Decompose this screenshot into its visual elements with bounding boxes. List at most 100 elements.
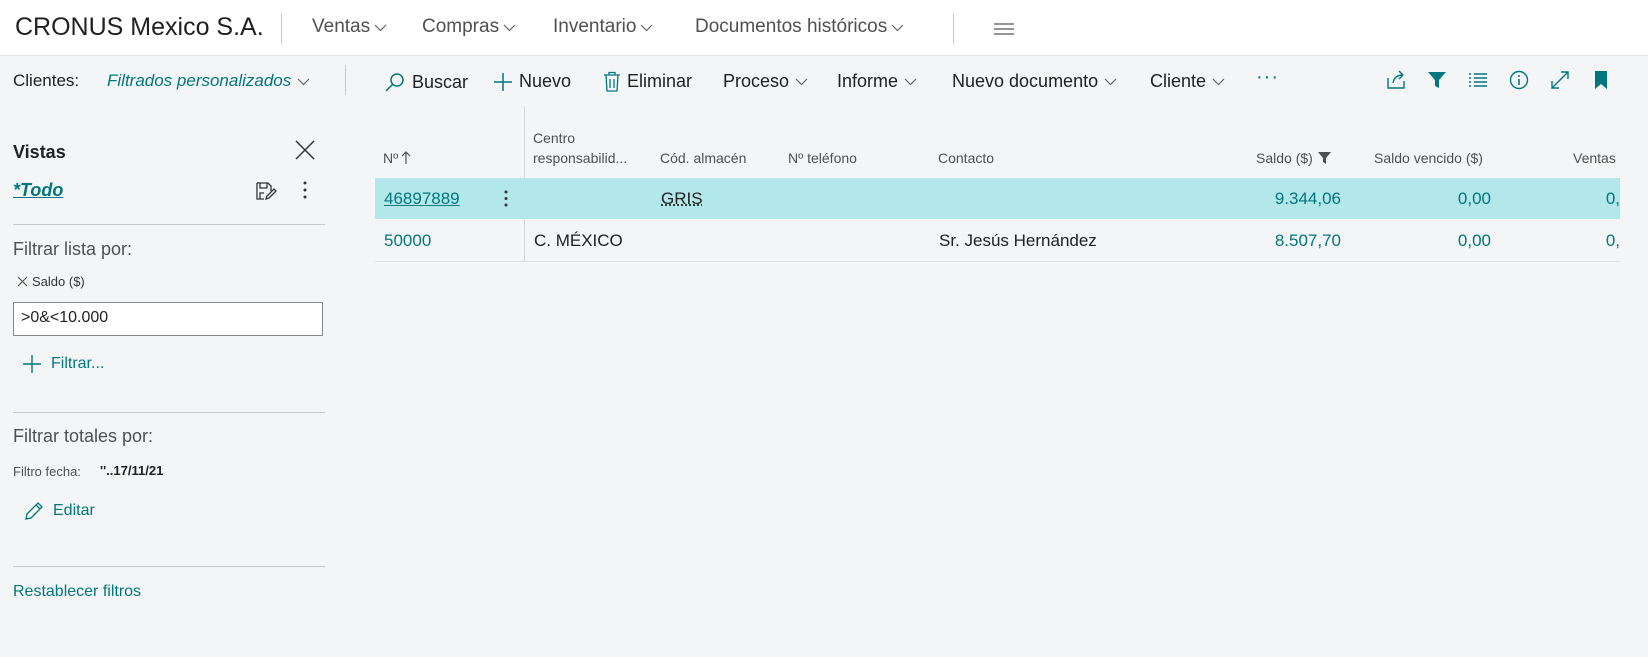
customer-no-link[interactable]: 50000	[384, 230, 431, 252]
edit-label: Editar	[53, 502, 95, 519]
sales-cell[interactable]: 0,	[1555, 188, 1620, 210]
date-filter-value[interactable]: ''..17/11/21	[100, 463, 163, 478]
divider	[13, 566, 325, 567]
new-document-menu[interactable]: Nuevo documento	[952, 71, 1117, 92]
nav-documentos-historicos-label: Documentos históricos	[695, 16, 888, 37]
top-navigation-bar: CRONUS Mexico S.A. Ventas Compras Invent…	[0, 0, 1648, 56]
table-row[interactable]: 46897889 GRIS 9.344,06 0,00 0,	[375, 178, 1620, 219]
filter-icon[interactable]	[1426, 69, 1448, 91]
header-sales[interactable]: Ventas	[1573, 148, 1616, 168]
bookmark-icon[interactable]	[1590, 69, 1612, 91]
customer-no-link[interactable]: 46897889	[384, 188, 460, 210]
views-title: Vistas	[13, 142, 66, 162]
remove-filter-icon[interactable]	[17, 276, 28, 287]
header-balance-label: Saldo ($)	[1256, 150, 1313, 166]
add-filter-label: Filtrar...	[51, 355, 105, 372]
divider	[953, 14, 954, 44]
filter-field-name: Saldo ($)	[32, 274, 85, 289]
plus-icon	[23, 355, 41, 373]
row-actions-icon[interactable]	[503, 189, 509, 208]
filter-pane: Vistas *Todo Filtrar lista por: Saldo ($…	[0, 106, 340, 657]
balance-due-cell[interactable]: 0,00	[1375, 188, 1491, 210]
report-menu[interactable]: Informe	[837, 71, 917, 92]
search-button[interactable]: Buscar	[384, 71, 468, 93]
warehouse-cell[interactable]: GRIS	[661, 188, 703, 210]
new-button[interactable]: Nuevo	[493, 71, 571, 92]
chevron-down-icon	[641, 24, 653, 31]
filter-value-input[interactable]: >0&<10.000	[13, 302, 323, 336]
header-no-label: Nº	[383, 150, 399, 166]
header-phone[interactable]: Nº teléfono	[788, 148, 857, 168]
chevron-down-icon	[1212, 78, 1225, 86]
expand-icon[interactable]	[1549, 69, 1571, 91]
nav-ventas[interactable]: Ventas	[312, 16, 387, 38]
pencil-icon	[25, 502, 43, 520]
hamburger-menu-icon[interactable]	[994, 22, 1014, 36]
save-view-icon[interactable]	[255, 181, 277, 201]
chevron-down-icon	[1104, 78, 1117, 86]
header-contact[interactable]: Contacto	[938, 148, 994, 168]
nav-inventario[interactable]: Inventario	[553, 16, 653, 38]
balance-due-cell[interactable]: 0,00	[1375, 230, 1491, 252]
header-center[interactable]: Centro responsabilid...	[533, 128, 627, 168]
process-menu[interactable]: Proceso	[723, 71, 808, 92]
trash-icon	[604, 71, 620, 92]
list-view-icon[interactable]	[1467, 69, 1489, 91]
header-no[interactable]: Nº	[383, 148, 411, 168]
nav-ventas-label: Ventas	[312, 16, 371, 37]
nav-compras-label: Compras	[422, 16, 500, 37]
table-row[interactable]: 50000 C. MÉXICO Sr. Jesús Hernández 8.50…	[375, 220, 1620, 262]
chevron-down-icon	[795, 78, 808, 86]
header-balance[interactable]: Saldo ($)	[1256, 148, 1332, 168]
filter-totals-label: Filtrar totales por:	[13, 426, 154, 446]
nav-inventario-label: Inventario	[553, 16, 637, 37]
more-actions-button[interactable]: ···	[1256, 66, 1279, 89]
plus-icon	[494, 72, 512, 91]
info-icon[interactable]	[1508, 69, 1530, 91]
header-center-line1: Centro	[533, 130, 576, 146]
chevron-down-icon	[297, 78, 310, 85]
new-document-label: Nuevo documento	[952, 71, 1099, 91]
sort-ascending-icon	[401, 151, 411, 164]
company-name[interactable]: CRONUS Mexico S.A.	[15, 13, 264, 42]
view-all-link[interactable]: *Todo	[13, 180, 63, 201]
view-name: Filtrados personalizados	[107, 71, 292, 90]
action-bar: Clientes: Filtrados personalizados Busca…	[0, 56, 1648, 106]
view-selector[interactable]: Filtrados personalizados	[107, 71, 310, 91]
chevron-down-icon	[891, 24, 904, 31]
divider	[345, 65, 346, 95]
customer-label: Cliente	[1150, 71, 1207, 91]
nav-compras[interactable]: Compras	[422, 16, 516, 38]
process-label: Proceso	[723, 71, 790, 91]
divider	[13, 412, 325, 413]
divider	[13, 224, 325, 225]
header-balance-due[interactable]: Saldo vencido ($)	[1374, 148, 1483, 168]
chevron-down-icon	[503, 24, 516, 31]
reset-filters-link[interactable]: Restablecer filtros	[13, 583, 141, 601]
share-icon[interactable]	[1385, 69, 1407, 91]
filter-list-label: Filtrar lista por:	[13, 239, 133, 259]
new-label: Nuevo	[519, 71, 572, 91]
list-label: Clientes:	[13, 71, 80, 90]
nav-documentos-historicos[interactable]: Documentos históricos	[695, 16, 904, 38]
customer-menu[interactable]: Cliente	[1150, 71, 1225, 92]
balance-cell[interactable]: 9.344,06	[1175, 188, 1341, 210]
sales-cell[interactable]: 0,	[1555, 230, 1620, 252]
header-center-line2: responsabilid...	[533, 150, 628, 166]
filter-field-chip: Saldo ($)	[17, 274, 85, 289]
date-filter-label: Filtro fecha:	[13, 464, 81, 479]
delete-label: Eliminar	[627, 71, 693, 91]
filter-applied-icon	[1317, 152, 1331, 164]
chevron-down-icon	[374, 24, 387, 31]
edit-totals-button[interactable]: Editar	[24, 501, 95, 521]
search-label: Buscar	[412, 71, 469, 92]
delete-button[interactable]: Eliminar	[603, 71, 692, 92]
add-filter-button[interactable]: Filtrar...	[22, 354, 104, 374]
close-icon[interactable]	[294, 139, 316, 161]
divider	[281, 14, 282, 44]
header-warehouse[interactable]: Cód. almacén	[660, 148, 746, 168]
balance-cell[interactable]: 8.507,70	[1175, 230, 1341, 252]
more-options-icon[interactable]	[301, 180, 309, 200]
contact-cell: Sr. Jesús Hernández	[939, 231, 1097, 250]
search-icon	[385, 73, 404, 92]
